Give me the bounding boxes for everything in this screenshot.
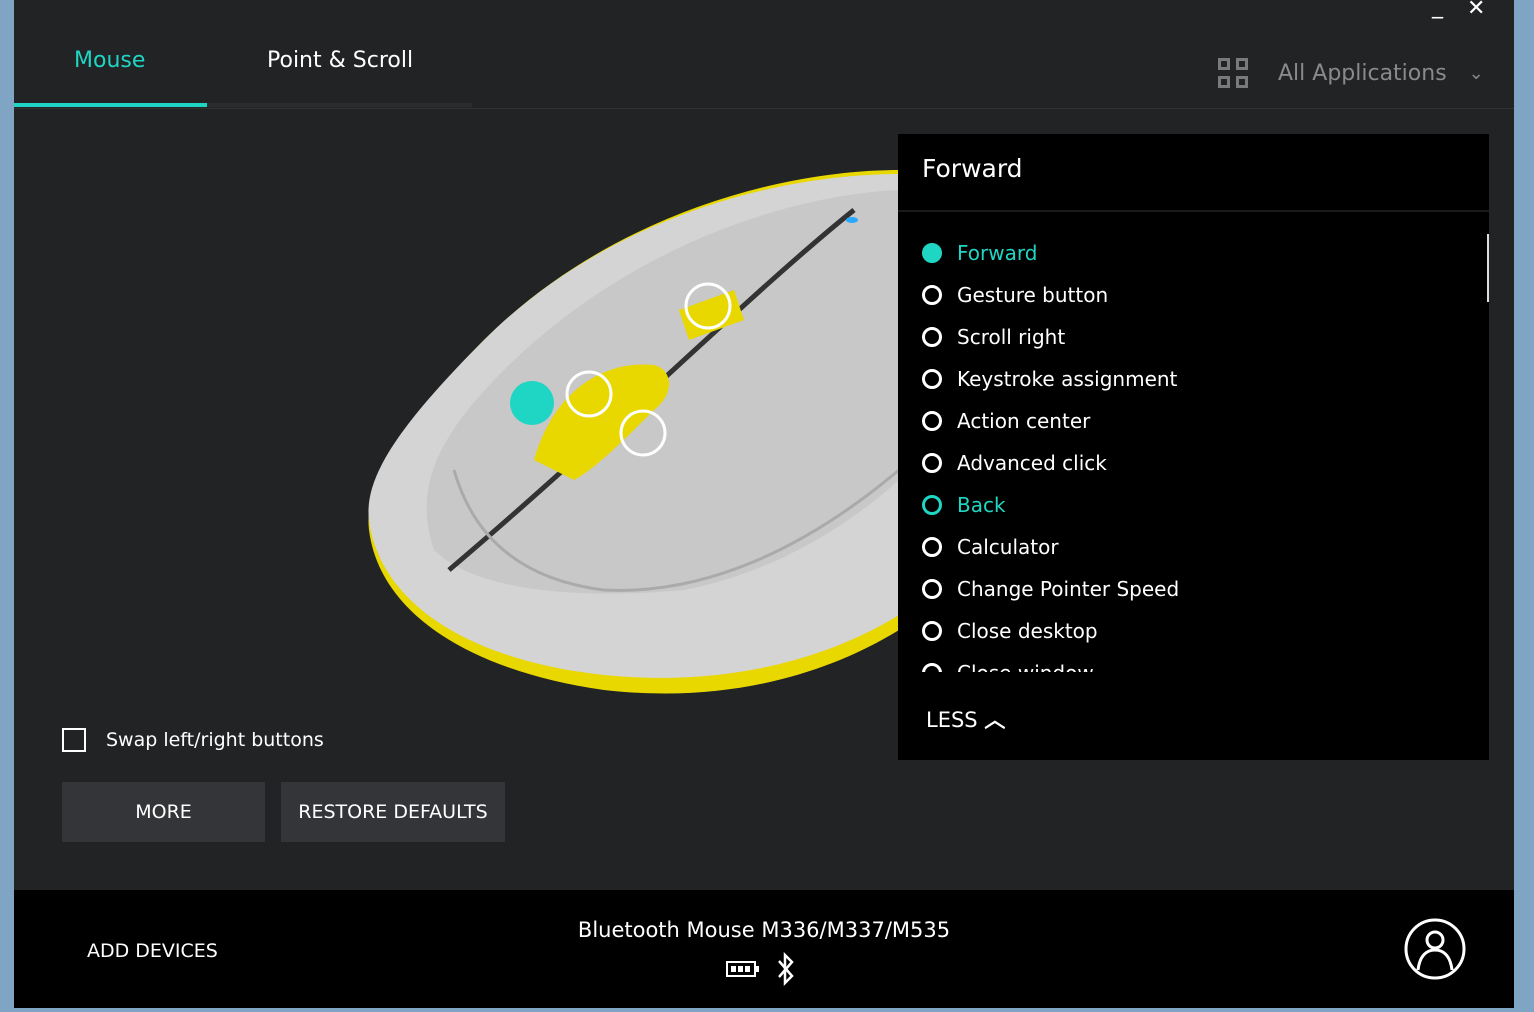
panel-title: Forward: [898, 134, 1489, 212]
mouse-illustration: [368, 170, 899, 694]
option-back[interactable]: Back: [922, 484, 1462, 526]
active-tab-indicator: [14, 103, 207, 107]
option-label: Calculator: [957, 535, 1059, 559]
app-selector[interactable]: All Applications ⌄: [1218, 58, 1484, 88]
option-advanced-click[interactable]: Advanced click: [922, 442, 1462, 484]
user-icon[interactable]: [1404, 918, 1466, 980]
restore-defaults-button[interactable]: RESTORE DEFAULTS: [281, 782, 505, 842]
minimize-button[interactable]: _: [1432, 0, 1443, 19]
chevron-up-icon: ︿: [984, 708, 1006, 732]
option-close-desktop[interactable]: Close desktop: [922, 610, 1462, 652]
radio-icon: [922, 285, 942, 305]
add-devices-button[interactable]: ADD DEVICES: [87, 940, 218, 962]
radio-icon: [922, 327, 942, 347]
action-list: Forward Gesture button Scroll right Keys…: [922, 232, 1462, 672]
tab-mouse[interactable]: Mouse: [74, 48, 145, 73]
grid-icon: [1218, 58, 1248, 88]
option-action-center[interactable]: Action center: [922, 400, 1462, 442]
option-gesture-button[interactable]: Gesture button: [922, 274, 1462, 316]
divider: [14, 108, 1514, 109]
bluetooth-icon: [778, 952, 794, 986]
radio-icon: [922, 537, 942, 557]
device-name: Bluetooth Mouse M336/M337/M535: [577, 918, 951, 942]
option-label: Action center: [957, 409, 1091, 433]
option-close-window[interactable]: Close window: [922, 652, 1462, 672]
swap-label: Swap left/right buttons: [106, 729, 324, 751]
radio-icon: [922, 495, 942, 515]
option-label: Scroll right: [957, 325, 1066, 349]
scrollbar[interactable]: [1487, 234, 1489, 302]
option-label: Keystroke assignment: [957, 367, 1178, 391]
tab-point-scroll[interactable]: Point & Scroll: [267, 48, 413, 73]
chevron-down-icon: ⌄: [1468, 62, 1484, 84]
less-label: LESS: [926, 708, 978, 732]
radio-icon: [922, 369, 942, 389]
more-button[interactable]: MORE: [62, 782, 265, 842]
option-label: Change Pointer Speed: [957, 577, 1180, 601]
radio-icon: [922, 411, 942, 431]
radio-icon: [922, 243, 942, 263]
less-button[interactable]: LESS ︿: [926, 704, 1005, 734]
app-selector-label: All Applications: [1278, 60, 1447, 86]
button-assignment-panel: Forward Forward Gesture button Scroll ri…: [898, 134, 1489, 760]
option-keystroke[interactable]: Keystroke assignment: [922, 358, 1462, 400]
footer-bar: ADD DEVICES Bluetooth Mouse M336/M337/M5…: [14, 890, 1514, 1008]
battery-icon: [726, 961, 759, 977]
close-button[interactable]: ✕: [1467, 0, 1485, 21]
option-label: Close desktop: [957, 619, 1098, 643]
swap-buttons-option[interactable]: Swap left/right buttons: [62, 728, 324, 752]
option-label: Close window: [957, 661, 1094, 672]
radio-icon: [922, 453, 942, 473]
swap-checkbox[interactable]: [62, 728, 86, 752]
option-change-pointer-speed[interactable]: Change Pointer Speed: [922, 568, 1462, 610]
option-calculator[interactable]: Calculator: [922, 526, 1462, 568]
option-scroll-right[interactable]: Scroll right: [922, 316, 1462, 358]
radio-icon: [922, 579, 942, 599]
option-label: Back: [957, 493, 1006, 517]
radio-icon: [922, 663, 942, 672]
app-window: _ ✕ Mouse Point & Scroll All Application…: [14, 0, 1514, 1008]
radio-icon: [922, 621, 942, 641]
option-label: Gesture button: [957, 283, 1109, 307]
option-label: Forward: [957, 241, 1038, 265]
option-label: Advanced click: [957, 451, 1107, 475]
option-forward[interactable]: Forward: [922, 232, 1462, 274]
